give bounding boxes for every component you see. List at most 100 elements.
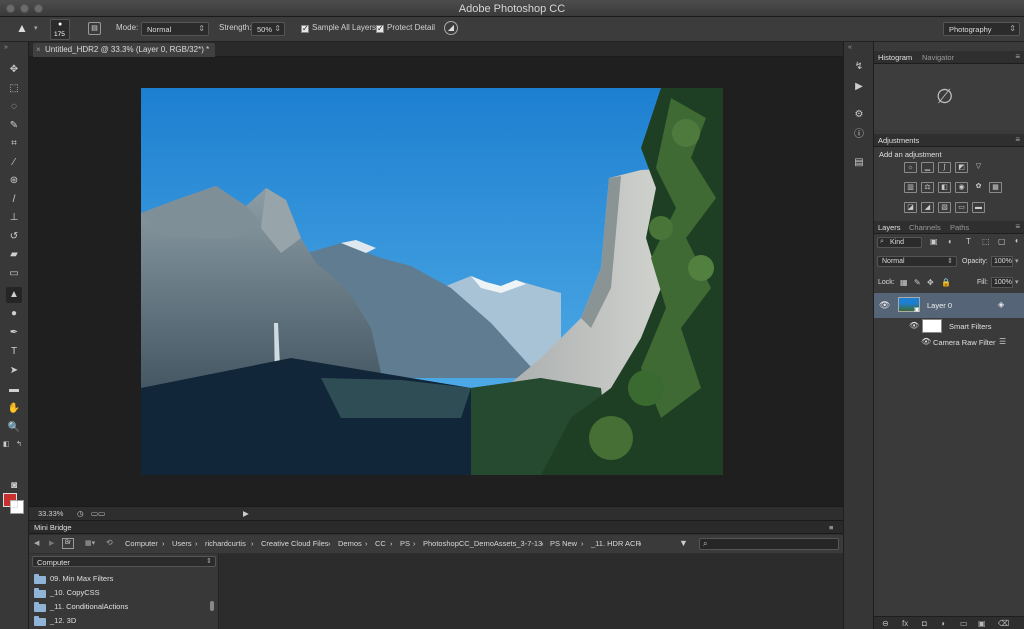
filter-adjustment-icon[interactable]: ◐	[948, 237, 953, 246]
tab-histogram[interactable]: Histogram	[878, 53, 912, 62]
info-panel-icon[interactable]: ⓘ	[852, 128, 866, 142]
filter-type-icon[interactable]: T	[966, 237, 971, 246]
gradient-map-icon[interactable]: ▬	[972, 202, 985, 213]
list-item[interactable]: _12. 3D	[29, 614, 209, 627]
chevron-down-icon[interactable]: ▾	[1015, 278, 1019, 286]
panel-menu-icon[interactable]: ≡	[829, 523, 833, 532]
black-white-icon[interactable]: ◧	[938, 182, 951, 193]
bridge-launch-icon[interactable]: Br	[62, 538, 74, 549]
filter-shape-icon[interactable]: ⬚	[982, 237, 990, 246]
exposure-icon[interactable]: ◩	[955, 162, 968, 173]
canvas-area[interactable]	[29, 57, 843, 506]
breadcrumb-item[interactable]: Creative Cloud Files	[261, 539, 329, 548]
source-select[interactable]: Computer ⇕	[32, 556, 216, 567]
zoom-tool-icon[interactable]: 🔍	[6, 420, 22, 436]
type-tool-icon[interactable]: T	[6, 344, 22, 360]
eyedropper-tool-icon[interactable]: ⁄	[6, 155, 22, 171]
breadcrumb-item[interactable]: CC	[375, 539, 386, 548]
invert-icon[interactable]: ◪	[904, 202, 917, 213]
add-mask-icon[interactable]: ◘	[922, 619, 927, 628]
channel-mixer-icon[interactable]: ✿	[972, 182, 985, 193]
lock-all-icon[interactable]: 🔒	[941, 278, 951, 287]
layer-comps-panel-icon[interactable]: ▤	[852, 156, 866, 170]
breadcrumb-item[interactable]: richardcurtis	[205, 539, 246, 548]
chevron-down-icon[interactable]: ▾	[1015, 257, 1019, 265]
lasso-tool-icon[interactable]: ◌	[6, 99, 22, 115]
breadcrumb-item[interactable]: Users	[172, 539, 192, 548]
mode-select[interactable]: Normal	[141, 22, 209, 36]
vibrance-icon[interactable]: ▽	[972, 162, 985, 173]
rectangle-tool-icon[interactable]: ▬	[6, 382, 22, 398]
crop-tool-icon[interactable]: ⌗	[6, 136, 22, 152]
brightness-contrast-icon[interactable]: ☼	[904, 162, 917, 173]
status-options-icon[interactable]: ▭▭	[91, 509, 105, 518]
filter-pixel-icon[interactable]: ▣	[930, 237, 938, 246]
document-image[interactable]	[141, 88, 723, 475]
layer-kind-filter[interactable]: ⌕ Kind	[877, 237, 922, 248]
panel-menu-icon[interactable]: ≡	[1015, 222, 1020, 231]
color-lookup-icon[interactable]: ▦	[989, 182, 1002, 193]
dodge-tool-icon[interactable]: ●	[6, 306, 22, 322]
protect-detail-checkbox[interactable]: ✓	[376, 25, 384, 33]
lock-transparent-icon[interactable]: ▦	[900, 278, 908, 287]
filter-icon[interactable]: ▼	[679, 538, 688, 548]
clone-stamp-tool-icon[interactable]: ⊥	[6, 210, 22, 226]
sharpen-tool-icon[interactable]: ▲	[16, 21, 28, 35]
curves-icon[interactable]: ∫	[938, 162, 951, 173]
back-arrow-icon[interactable]: ◀	[34, 539, 39, 547]
color-balance-icon[interactable]: ⚖	[921, 182, 934, 193]
sharpen-tool-icon[interactable]: ▲	[6, 287, 22, 303]
filter-toggle-icon[interactable]: ◖	[1014, 236, 1019, 245]
tab-paths[interactable]: Paths	[950, 223, 969, 232]
layer-row[interactable]: 👁 ▣ Layer 0 ◈	[874, 293, 1024, 318]
blend-mode-select[interactable]: Normal ⇕	[877, 256, 957, 267]
sample-all-layers-checkbox[interactable]: ✓	[301, 25, 309, 33]
workspace-select[interactable]: Photography	[943, 22, 1020, 36]
toolbar-collapse-icon[interactable]: »	[4, 44, 8, 51]
hue-saturation-icon[interactable]: ▥	[904, 182, 917, 193]
panel-menu-icon[interactable]: ≡	[1015, 135, 1020, 144]
new-adjustment-layer-icon[interactable]: ◑	[940, 619, 945, 628]
gradient-tool-icon[interactable]: ▭	[6, 266, 22, 282]
close-icon[interactable]: ×	[36, 45, 41, 54]
filter-options-icon[interactable]: ☰	[999, 337, 1006, 346]
zoom-level[interactable]: 33.33%	[38, 509, 63, 518]
breadcrumb-item[interactable]: PS New	[550, 539, 577, 548]
brush-panel-toggle-icon[interactable]: ▤	[88, 22, 101, 35]
forward-arrow-icon[interactable]: ▶	[49, 539, 54, 547]
lock-image-icon[interactable]: ✎	[914, 278, 921, 287]
properties-panel-icon[interactable]: ⚙	[852, 108, 866, 122]
scrollbar-thumb[interactable]	[210, 601, 214, 611]
tab-adjustments[interactable]: Adjustments	[878, 136, 919, 145]
breadcrumb-item[interactable]: PS	[400, 539, 410, 548]
brush-tool-icon[interactable]: /	[6, 192, 22, 208]
status-info-icon[interactable]: ◷	[77, 509, 84, 518]
view-options-icon[interactable]: ▦▾	[85, 539, 95, 547]
fill-field[interactable]: 100%	[991, 277, 1013, 288]
default-colors-icon[interactable]: ◧	[3, 440, 10, 448]
brush-preset-picker[interactable]: ● 175	[50, 19, 70, 40]
filter-smart-object-icon[interactable]: ▢	[998, 237, 1006, 246]
selective-color-icon[interactable]: ▭	[955, 202, 968, 213]
new-group-icon[interactable]: ▭	[960, 619, 968, 628]
move-tool-icon[interactable]: ✥	[6, 62, 22, 78]
swap-colors-icon[interactable]: ↰	[16, 440, 22, 448]
actions-panel-icon[interactable]: ▶	[852, 80, 866, 94]
pressure-strength-icon[interactable]: ◢	[444, 21, 458, 35]
breadcrumb-item[interactable]: PhotoshopCC_DemoAssets_3-7-13	[423, 539, 542, 548]
bridge-content-area[interactable]	[220, 554, 843, 629]
new-layer-icon[interactable]: ▣	[978, 619, 986, 628]
threshold-icon[interactable]: ▧	[938, 202, 951, 213]
quick-selection-tool-icon[interactable]: ✎	[6, 118, 22, 134]
pen-tool-icon[interactable]: ✒	[6, 325, 22, 341]
eye-icon[interactable]: 👁	[879, 300, 890, 311]
strip-collapse-icon[interactable]: «	[848, 44, 852, 51]
marquee-tool-icon[interactable]: ⬚	[6, 81, 22, 97]
tool-preset-dropdown-icon[interactable]: ▾	[34, 24, 38, 32]
delete-layer-icon[interactable]: ⌫	[998, 619, 1009, 628]
list-item[interactable]: 09. Min Max Filters	[29, 572, 209, 585]
breadcrumb-item[interactable]: Computer	[125, 539, 158, 548]
tab-layers[interactable]: Layers	[878, 223, 901, 232]
tab-navigator[interactable]: Navigator	[922, 53, 954, 62]
list-item[interactable]: _10. CopyCSS	[29, 586, 209, 599]
